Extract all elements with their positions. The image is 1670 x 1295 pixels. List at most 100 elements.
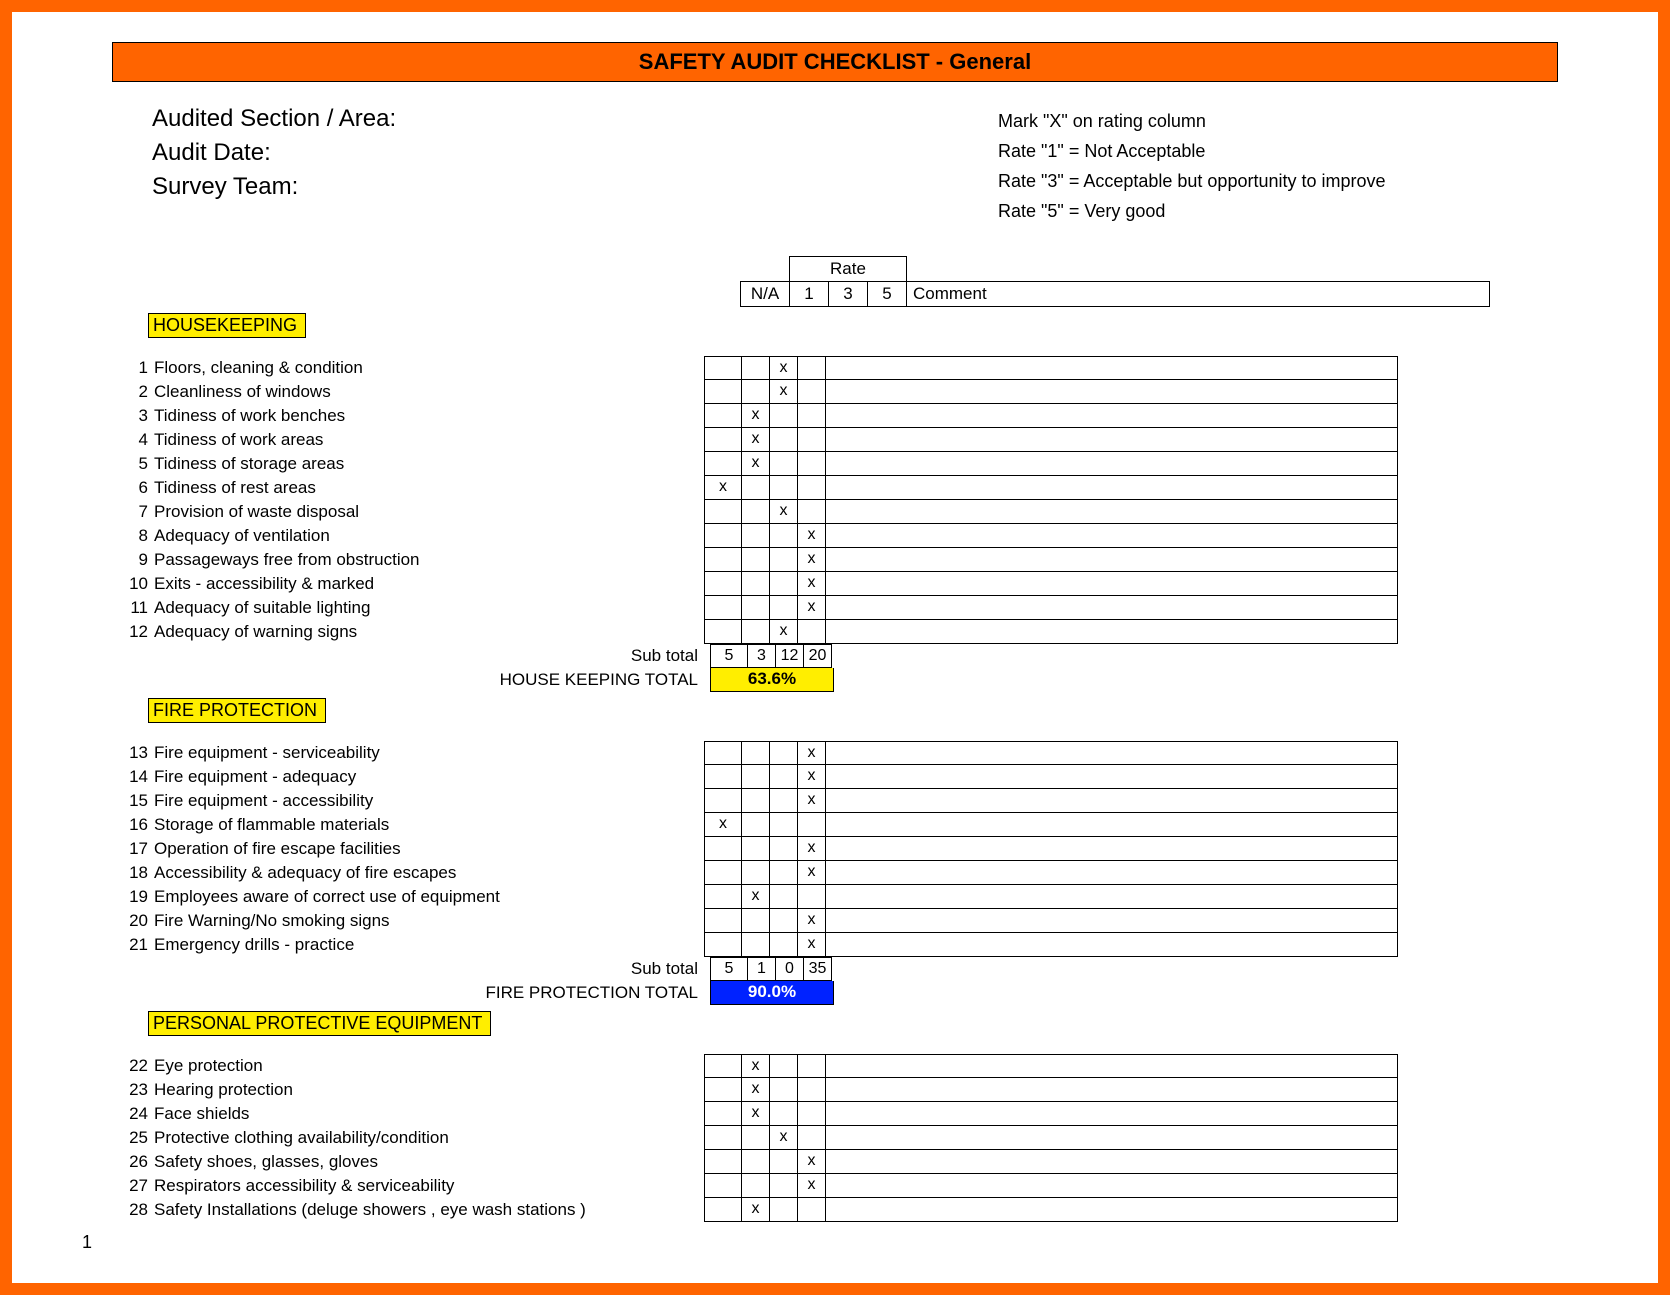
rate-cell-5[interactable]: x — [798, 548, 826, 572]
rate-cell-na[interactable] — [704, 548, 742, 572]
rate-cell-1[interactable] — [742, 356, 770, 380]
rate-cell-5[interactable] — [798, 1078, 826, 1102]
rate-cell-na[interactable] — [704, 1054, 742, 1078]
rate-cell-5[interactable] — [798, 500, 826, 524]
rate-cell-5[interactable]: x — [798, 1174, 826, 1198]
rate-cell-3[interactable]: x — [770, 356, 798, 380]
rate-cell-1[interactable]: x — [742, 1102, 770, 1126]
rate-cell-1[interactable]: x — [742, 404, 770, 428]
rate-cell-na[interactable] — [704, 596, 742, 620]
rate-cell-3[interactable] — [770, 765, 798, 789]
rate-cell-na[interactable] — [704, 933, 742, 957]
comment-cell[interactable] — [826, 476, 1398, 500]
rate-cell-na[interactable] — [704, 404, 742, 428]
comment-cell[interactable] — [826, 548, 1398, 572]
rate-cell-5[interactable] — [798, 404, 826, 428]
rate-cell-3[interactable] — [770, 1150, 798, 1174]
rate-cell-5[interactable] — [798, 620, 826, 644]
rate-cell-3[interactable] — [770, 861, 798, 885]
rate-cell-5[interactable]: x — [798, 861, 826, 885]
comment-cell[interactable] — [826, 1198, 1398, 1222]
rate-cell-na[interactable] — [704, 572, 742, 596]
comment-cell[interactable] — [826, 909, 1398, 933]
rate-cell-1[interactable] — [742, 548, 770, 572]
rate-cell-na[interactable] — [704, 765, 742, 789]
rate-cell-1[interactable]: x — [742, 885, 770, 909]
rate-cell-3[interactable] — [770, 476, 798, 500]
rate-cell-3[interactable] — [770, 1174, 798, 1198]
comment-cell[interactable] — [826, 1126, 1398, 1150]
rate-cell-5[interactable]: x — [798, 909, 826, 933]
rate-cell-5[interactable]: x — [798, 741, 826, 765]
rate-cell-3[interactable] — [770, 933, 798, 957]
rate-cell-5[interactable] — [798, 813, 826, 837]
rate-cell-1[interactable]: x — [742, 1198, 770, 1222]
rate-cell-3[interactable] — [770, 1102, 798, 1126]
comment-cell[interactable] — [826, 765, 1398, 789]
comment-cell[interactable] — [826, 933, 1398, 957]
rate-cell-na[interactable] — [704, 500, 742, 524]
comment-cell[interactable] — [826, 1102, 1398, 1126]
comment-cell[interactable] — [826, 861, 1398, 885]
rate-cell-1[interactable] — [742, 789, 770, 813]
rate-cell-na[interactable] — [704, 524, 742, 548]
rate-cell-1[interactable] — [742, 765, 770, 789]
rate-cell-na[interactable] — [704, 1126, 742, 1150]
rate-cell-3[interactable] — [770, 452, 798, 476]
rate-cell-5[interactable]: x — [798, 837, 826, 861]
rate-cell-5[interactable] — [798, 356, 826, 380]
rate-cell-3[interactable] — [770, 404, 798, 428]
rate-cell-5[interactable] — [798, 1102, 826, 1126]
rate-cell-3[interactable] — [770, 813, 798, 837]
rate-cell-5[interactable]: x — [798, 596, 826, 620]
rate-cell-na[interactable] — [704, 885, 742, 909]
rate-cell-3[interactable] — [770, 428, 798, 452]
rate-cell-5[interactable] — [798, 885, 826, 909]
rate-cell-3[interactable]: x — [770, 380, 798, 404]
rate-cell-1[interactable] — [742, 933, 770, 957]
comment-cell[interactable] — [826, 524, 1398, 548]
rate-cell-5[interactable] — [798, 1198, 826, 1222]
rate-cell-1[interactable] — [742, 909, 770, 933]
rate-cell-na[interactable] — [704, 380, 742, 404]
comment-cell[interactable] — [826, 572, 1398, 596]
rate-cell-na[interactable] — [704, 1078, 742, 1102]
rate-cell-na[interactable] — [704, 1102, 742, 1126]
rate-cell-5[interactable] — [798, 380, 826, 404]
comment-cell[interactable] — [826, 1150, 1398, 1174]
comment-cell[interactable] — [826, 813, 1398, 837]
rate-cell-1[interactable] — [742, 1126, 770, 1150]
comment-cell[interactable] — [826, 380, 1398, 404]
rate-cell-5[interactable]: x — [798, 789, 826, 813]
rate-cell-na[interactable] — [704, 1198, 742, 1222]
rate-cell-3[interactable] — [770, 524, 798, 548]
rate-cell-3[interactable] — [770, 1078, 798, 1102]
rate-cell-na[interactable] — [704, 356, 742, 380]
rate-cell-na[interactable] — [704, 428, 742, 452]
rate-cell-na[interactable] — [704, 837, 742, 861]
rate-cell-na[interactable] — [704, 909, 742, 933]
comment-cell[interactable] — [826, 1174, 1398, 1198]
rate-cell-1[interactable] — [742, 1174, 770, 1198]
rate-cell-3[interactable] — [770, 909, 798, 933]
rate-cell-5[interactable]: x — [798, 765, 826, 789]
rate-cell-1[interactable] — [742, 861, 770, 885]
rate-cell-1[interactable] — [742, 476, 770, 500]
rate-cell-1[interactable] — [742, 1150, 770, 1174]
rate-cell-3[interactable] — [770, 596, 798, 620]
rate-cell-1[interactable] — [742, 741, 770, 765]
comment-cell[interactable] — [826, 1078, 1398, 1102]
rate-cell-na[interactable]: x — [704, 476, 742, 500]
rate-cell-3[interactable] — [770, 789, 798, 813]
rate-cell-na[interactable] — [704, 1150, 742, 1174]
comment-cell[interactable] — [826, 404, 1398, 428]
rate-cell-5[interactable]: x — [798, 524, 826, 548]
rate-cell-1[interactable] — [742, 813, 770, 837]
rate-cell-1[interactable] — [742, 572, 770, 596]
rate-cell-5[interactable] — [798, 452, 826, 476]
rate-cell-3[interactable] — [770, 1054, 798, 1078]
comment-cell[interactable] — [826, 789, 1398, 813]
rate-cell-3[interactable]: x — [770, 500, 798, 524]
rate-cell-1[interactable] — [742, 380, 770, 404]
rate-cell-3[interactable]: x — [770, 620, 798, 644]
